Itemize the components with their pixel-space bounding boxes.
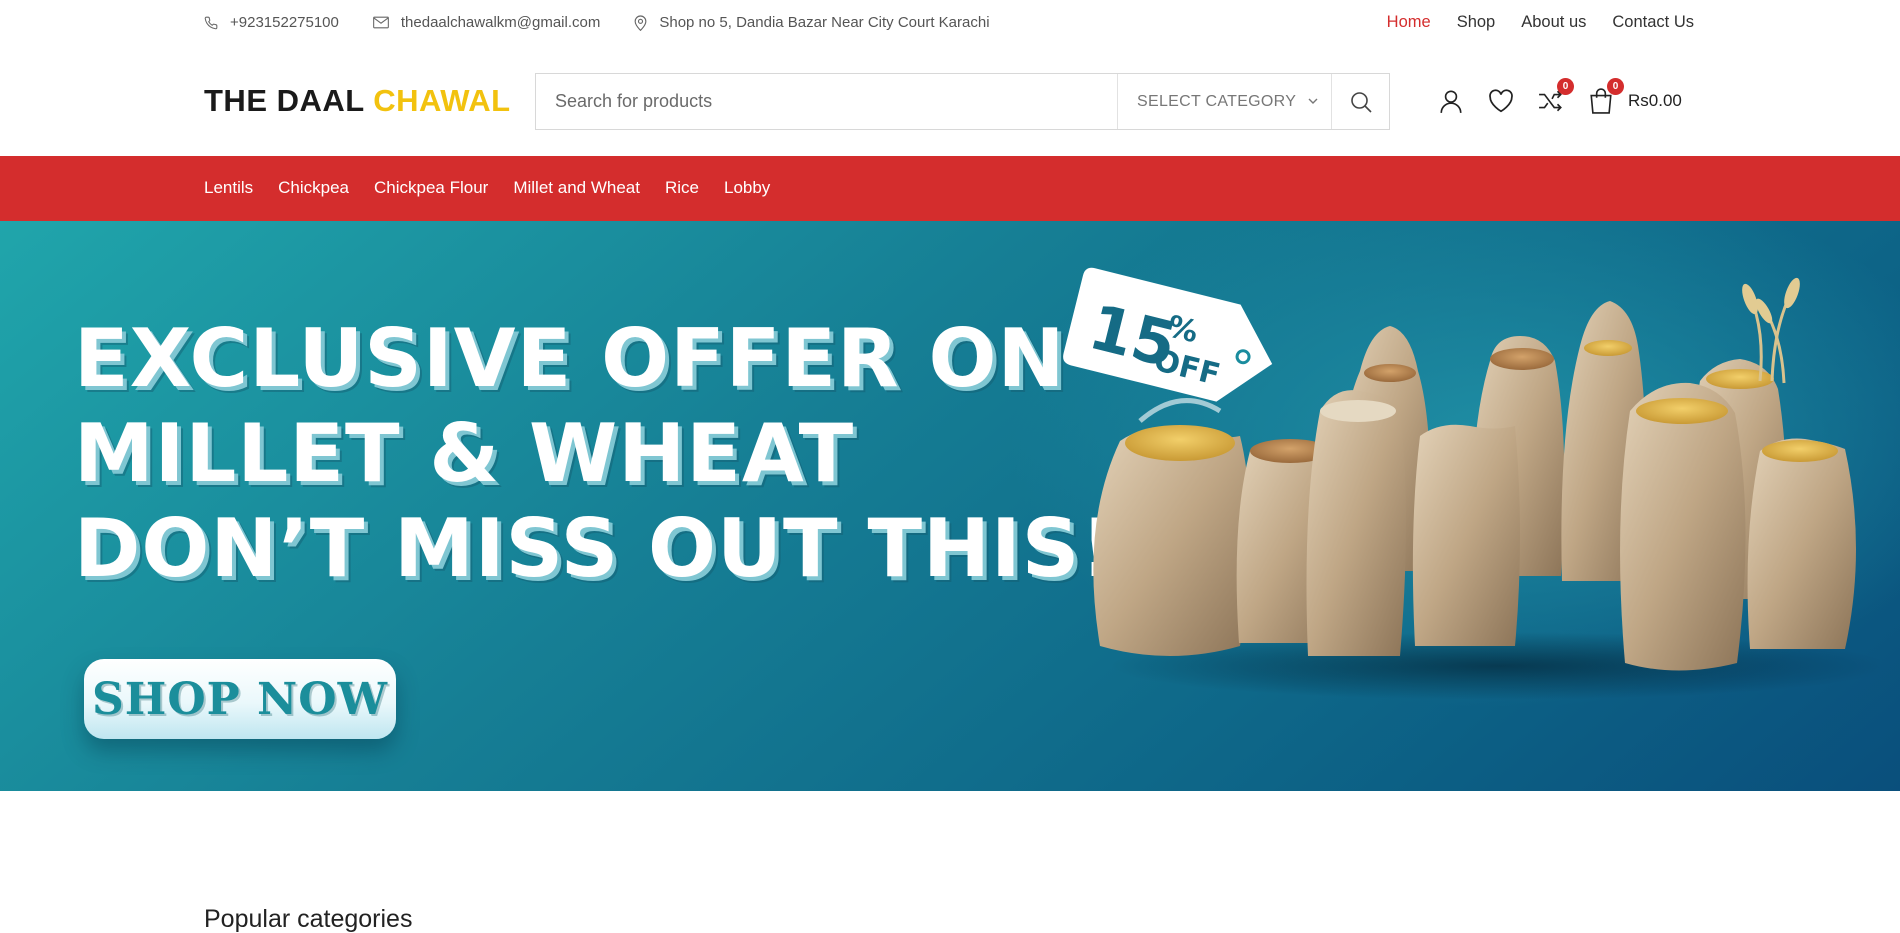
phone-contact[interactable]: +923152275100 [204,14,339,31]
nav-about[interactable]: About us [1521,13,1586,32]
hero-line-2: MILLET & WHEAT [74,407,855,500]
site-logo[interactable]: THE DAAL CHAWAL [204,83,511,119]
address-text: Shop no 5, Dandia Bazar Near City Court … [659,14,990,31]
search-icon [1350,91,1372,113]
compare-count-badge: 0 [1557,78,1574,95]
shop-now-button[interactable]: SHOP NOW [84,659,396,739]
header-icons: 0 0 Rs0.00 [1436,78,1682,116]
category-link-lobby[interactable]: Lobby [724,178,770,198]
category-select[interactable]: SELECT CATEGORY [1117,74,1331,129]
chevron-down-icon [1308,98,1318,104]
category-select-label: SELECT CATEGORY [1137,92,1297,110]
search-button[interactable] [1331,74,1389,129]
category-nav: Lentils Chickpea Chickpea Flour Millet a… [0,156,1900,221]
main-nav: Home Shop About us Contact Us [1361,13,1694,32]
user-icon [1440,90,1462,113]
cart-count-badge: 0 [1607,78,1624,95]
email-contact[interactable]: thedaalchawalkm@gmail.com [373,14,600,31]
compare-button[interactable]: 0 [1536,78,1574,116]
hero-line-1: EXCLUSIVE OFFER ON [74,312,1066,405]
nav-home[interactable]: Home [1387,13,1431,32]
mail-icon [373,16,389,29]
hero-banner[interactable]: EXCLUSIVE OFFER ON MILLET & WHEAT DON’T … [0,221,1900,791]
account-button[interactable] [1436,86,1466,116]
nav-contact[interactable]: Contact Us [1612,13,1694,32]
site-header: THE DAAL CHAWAL SELECT CATEGORY 0 0 Rs0.… [0,48,1900,156]
top-bar: +923152275100 thedaalchawalkm@gmail.com … [0,0,1900,48]
popular-categories-title: Popular categories [204,905,413,933]
phone-icon [204,16,218,29]
category-link-chickpea-flour[interactable]: Chickpea Flour [374,178,488,198]
grain-sacks-illustration: 15 % OFF [1063,267,1880,700]
cart-total[interactable]: Rs0.00 [1628,91,1682,111]
category-link-rice[interactable]: Rice [665,178,699,198]
category-link-lentils[interactable]: Lentils [204,178,253,198]
category-link-millet-wheat[interactable]: Millet and Wheat [513,178,640,198]
wishlist-button[interactable] [1486,86,1516,116]
logo-accent-text: CHAWAL [373,83,511,118]
map-pin-icon [634,15,647,31]
search-input[interactable] [536,74,1117,129]
cart-button[interactable]: 0 [1586,78,1624,116]
address-contact: Shop no 5, Dandia Bazar Near City Court … [634,14,990,31]
hero-headline: EXCLUSIVE OFFER ON MILLET & WHEAT DON’T … [74,311,1118,596]
discount-tag: 15 % OFF [1063,267,1273,402]
contact-info: +923152275100 thedaalchawalkm@gmail.com … [204,14,990,31]
category-link-chickpea[interactable]: Chickpea [278,178,349,198]
email-text: thedaalchawalkm@gmail.com [400,14,601,31]
heart-icon [1489,89,1513,113]
logo-main-text: THE DAAL [204,83,365,118]
hero-line-3: DON’T MISS OUT THIS! [74,502,1118,595]
search-bar: SELECT CATEGORY [535,73,1390,130]
phone-text: +923152275100 [230,14,339,31]
nav-shop[interactable]: Shop [1457,13,1496,32]
